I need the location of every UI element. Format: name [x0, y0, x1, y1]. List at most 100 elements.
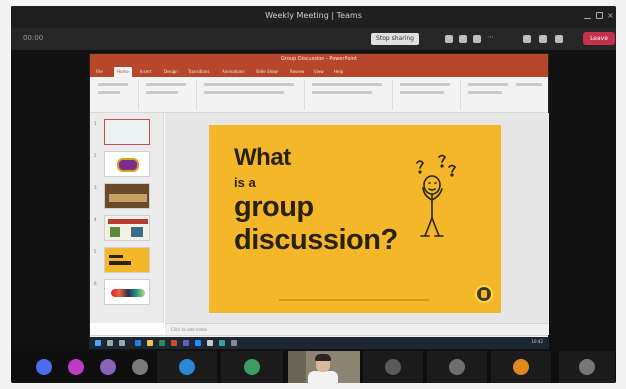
- participant-tile[interactable]: [363, 351, 423, 383]
- participant-tile[interactable]: [491, 351, 551, 383]
- share-icon[interactable]: [555, 35, 563, 43]
- ppt-tab-animations[interactable]: Animations: [222, 69, 244, 74]
- ppt-tab-home[interactable]: Home: [114, 67, 132, 77]
- slide-thumbnail-6[interactable]: [104, 279, 150, 305]
- editing-controls[interactable]: [468, 91, 502, 94]
- drawing-controls[interactable]: [400, 91, 444, 94]
- dot-icon: [440, 164, 444, 168]
- slide-thumbnail-4[interactable]: [104, 215, 150, 241]
- search-icon[interactable]: [107, 340, 113, 346]
- thumb-shape: [131, 227, 143, 237]
- avatar: [449, 359, 465, 375]
- more-icon[interactable]: ⋯: [487, 33, 495, 41]
- ppt-tab-transitions[interactable]: Transitions: [188, 69, 209, 74]
- close-icon[interactable]: ×: [607, 12, 614, 20]
- camera-icon[interactable]: [523, 35, 531, 43]
- app-icon[interactable]: [159, 340, 165, 346]
- participant-tile[interactable]: [427, 351, 487, 383]
- current-slide[interactable]: What is a group discussion?: [209, 125, 501, 313]
- logo-inner-shape: [481, 290, 487, 298]
- ppt-tab-file[interactable]: File: [96, 69, 103, 74]
- window-title: Weekly Meeting | Teams: [265, 11, 362, 20]
- powerpoint-icon[interactable]: [171, 340, 177, 346]
- participant-tile[interactable]: [559, 351, 615, 383]
- slide-thumbnail-2[interactable]: [104, 151, 150, 177]
- paragraph-controls[interactable]: [312, 91, 372, 94]
- slide-thumbnail-1[interactable]: [104, 119, 150, 145]
- thumb-number: 5: [94, 249, 97, 254]
- teams-icon[interactable]: [183, 340, 189, 346]
- head-icon: [423, 175, 441, 195]
- ribbon-control[interactable]: [146, 91, 178, 94]
- notes-pane[interactable]: Click to add notes: [165, 323, 549, 335]
- ppt-tab-insert[interactable]: Insert: [140, 69, 151, 74]
- chat-icon[interactable]: [459, 35, 467, 43]
- app-icon[interactable]: [231, 340, 237, 346]
- app-icon[interactable]: [207, 340, 213, 346]
- leave-button[interactable]: Leave: [583, 32, 615, 45]
- participant-video-tile[interactable]: [288, 351, 360, 383]
- editing-controls[interactable]: [468, 83, 508, 86]
- thumb-number: 3: [94, 185, 97, 190]
- question-mark-icon: [438, 154, 447, 163]
- ppt-tab-help[interactable]: Help: [334, 69, 343, 74]
- designer-control[interactable]: [516, 83, 542, 86]
- mic-icon[interactable]: [539, 35, 547, 43]
- slide-title-line-3: group: [234, 191, 314, 223]
- app-icon[interactable]: [195, 340, 201, 346]
- avatar: [513, 359, 529, 375]
- logo-icon: [475, 285, 493, 303]
- participant-tile[interactable]: [29, 351, 59, 383]
- minimize-icon[interactable]: [584, 12, 591, 19]
- thumb-number: 2: [94, 153, 97, 158]
- stop-sharing-button[interactable]: Stop sharing: [371, 33, 419, 45]
- avatar: [36, 359, 52, 375]
- ribbon-control[interactable]: [146, 83, 186, 86]
- app-icon[interactable]: [219, 340, 225, 346]
- avatar: [132, 359, 148, 375]
- meeting-timer: 00:00: [23, 34, 44, 42]
- ppt-window-title: Group Discussion - PowerPoint: [281, 56, 357, 62]
- start-icon[interactable]: [95, 340, 101, 346]
- font-format-controls[interactable]: [204, 91, 284, 94]
- video-person-body: [308, 371, 338, 383]
- ribbon-divider: [460, 80, 461, 110]
- slide-thumbnail-3[interactable]: [104, 183, 150, 209]
- reactions-icon[interactable]: [473, 35, 481, 43]
- ppt-ribbon: [90, 77, 548, 113]
- ppt-tab-design[interactable]: Design: [164, 69, 178, 74]
- thumb-number: 4: [94, 217, 97, 222]
- slide-editor-canvas[interactable]: What is a group discussion?: [165, 113, 549, 323]
- thinking-person-illustration: [416, 154, 457, 237]
- paragraph-controls[interactable]: [312, 83, 382, 86]
- drawing-controls[interactable]: [400, 83, 450, 86]
- browser-icon[interactable]: [135, 340, 141, 346]
- task-view-icon[interactable]: [119, 340, 125, 346]
- thumb-shape: [109, 194, 147, 202]
- font-controls[interactable]: [204, 83, 294, 86]
- ppt-tab-review[interactable]: Review: [290, 69, 304, 74]
- slide-thumbnail-5[interactable]: [104, 247, 150, 273]
- ppt-tab-slide-show[interactable]: Slide Show: [256, 69, 278, 74]
- thumb-shape: [117, 158, 139, 172]
- people-icon[interactable]: [445, 35, 453, 43]
- video-background: [288, 351, 306, 383]
- avatar: [244, 359, 260, 375]
- slide-title-line-1: What: [234, 144, 291, 171]
- participant-tile[interactable]: [157, 351, 217, 383]
- participant-tile[interactable]: [93, 351, 123, 383]
- participant-tile[interactable]: [221, 351, 283, 383]
- thumb-shape: [109, 261, 131, 265]
- participant-tile[interactable]: [125, 351, 155, 383]
- ribbon-control[interactable]: [98, 91, 120, 94]
- dot-icon: [450, 173, 454, 177]
- thumb-shape: [108, 219, 148, 224]
- maximize-icon[interactable]: [596, 12, 603, 19]
- folder-icon[interactable]: [147, 340, 153, 346]
- windows-taskbar: 10:42: [89, 337, 549, 349]
- ppt-tab-view[interactable]: View: [314, 69, 324, 74]
- ribbon-control[interactable]: [98, 83, 128, 86]
- avatar: [579, 359, 595, 375]
- face-icon: [428, 182, 437, 191]
- participant-tile[interactable]: [61, 351, 91, 383]
